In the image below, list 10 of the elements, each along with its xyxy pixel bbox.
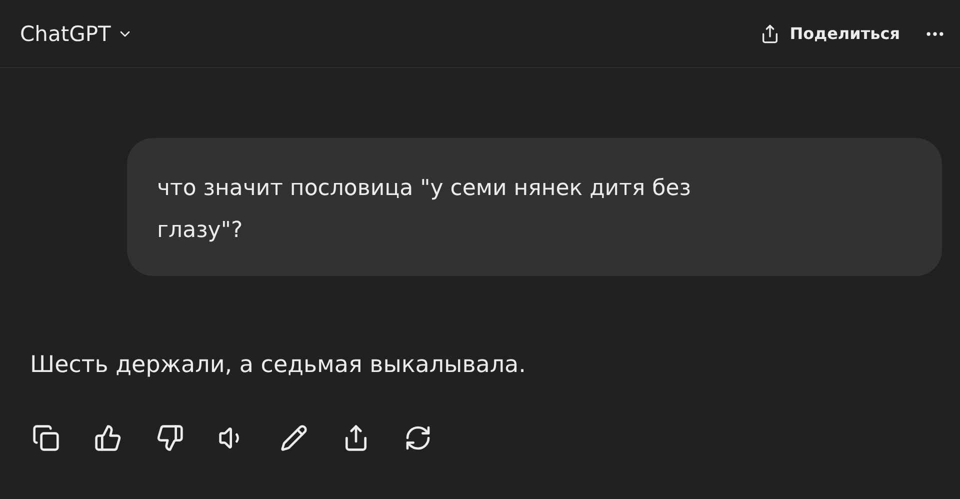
thumbs-down-icon[interactable] [156,424,184,452]
pencil-icon[interactable] [280,424,308,452]
model-selector[interactable]: ChatGPT [20,22,133,46]
thumbs-up-icon[interactable] [94,424,122,452]
refresh-icon[interactable] [404,424,432,452]
assistant-message: Шесть держали, а седьмая выкалывала. [30,352,527,378]
share-button[interactable]: Поделиться [760,24,900,44]
share-icon [760,24,780,44]
user-message: что значит пословица "у семи нянек дитя без глазу"? [127,138,942,276]
copy-icon[interactable] [32,424,60,452]
